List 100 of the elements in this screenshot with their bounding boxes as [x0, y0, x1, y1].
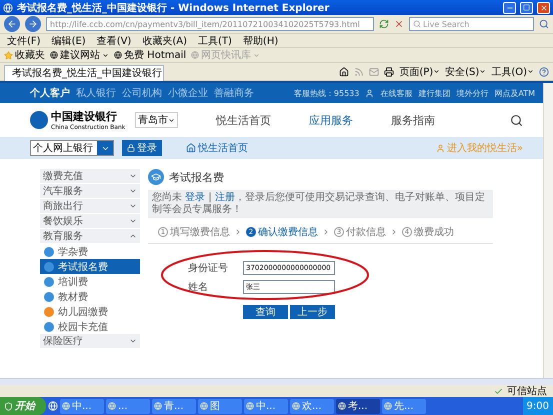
sidebar-category[interactable]: 餐饮娱乐 — [40, 214, 140, 229]
start-button[interactable]: 开始 — [0, 397, 46, 415]
top-link[interactable]: 境外分行 — [456, 88, 488, 98]
menu-item[interactable]: 收藏夹(A) — [139, 34, 190, 48]
city-select[interactable]: 青岛市 — [135, 112, 178, 128]
form-button[interactable]: 查询 — [243, 305, 288, 319]
command-menu[interactable]: 页面(P) — [399, 64, 440, 78]
forward-arrow-icon — [28, 19, 38, 29]
sidebar-category[interactable]: 汽车服务 — [40, 184, 140, 199]
browser-tab[interactable]: 考试报名费_悦生活_中国建设银行 — [4, 64, 164, 80]
main-nav-link[interactable]: 应用服务 — [309, 112, 354, 128]
stop-icon[interactable] — [394, 19, 404, 29]
horizontal-scrollbar[interactable] — [0, 378, 553, 385]
main-nav-link[interactable]: 服务指南 — [391, 112, 436, 128]
window-title: 考试报名费_悦生活_中国建设银行 - Windows Internet Explorer — [17, 2, 330, 14]
window-icon — [384, 402, 392, 410]
hotline-text: 客服热线：95533 — [294, 88, 360, 98]
top-nav-link[interactable]: 公司机构 — [122, 86, 162, 100]
command-menu[interactable]: 安全(S) — [445, 64, 486, 78]
refresh-icon[interactable] — [379, 19, 389, 29]
favorites-link[interactable]: 建议网站 — [50, 48, 109, 62]
favorites-button[interactable]: 收藏夹 — [4, 48, 45, 62]
user-icon — [436, 144, 445, 152]
top-link[interactable]: 网点及ATM — [494, 88, 535, 98]
login-notice: 您尚未 登录 | 注册，登录后您便可使用交易记录查询、电子对账单、项目定制等会员专属服务！ — [148, 190, 493, 218]
taskbar-button[interactable]: 先... — [382, 398, 426, 414]
page-icon — [50, 51, 58, 59]
home-icon[interactable] — [339, 66, 350, 76]
close-icon — [540, 4, 548, 12]
browser-icon[interactable] — [48, 401, 58, 411]
taskbar-button[interactable]: 欢... — [290, 398, 334, 414]
minimize-button[interactable] — [503, 2, 516, 14]
login-link[interactable]: 登录 — [185, 192, 206, 203]
register-link[interactable]: 注册 — [214, 192, 235, 203]
taskbar-button[interactable]: 青... — [152, 398, 196, 414]
login-button[interactable]: 登录 — [122, 140, 162, 156]
menu-item[interactable]: 查看(V) — [94, 34, 134, 48]
taskbar-button[interactable]: 中... — [60, 398, 104, 414]
caret-icon — [527, 68, 534, 75]
close-button[interactable] — [537, 2, 550, 14]
menu-item[interactable]: 文件(F) — [4, 34, 44, 48]
taskbar-button[interactable]: 考... — [336, 398, 380, 414]
top-nav-link[interactable]: 小微企业 — [168, 86, 208, 100]
page-icon — [191, 51, 200, 59]
top-nav-link[interactable]: 个人客户 — [30, 86, 70, 100]
print-icon[interactable] — [384, 66, 394, 76]
security-zone: 可信站点 — [507, 384, 547, 398]
top-nav-link[interactable]: 私人银行 — [76, 86, 116, 100]
breadcrumb-link[interactable]: 悦生活首页 — [186, 141, 428, 155]
check-icon — [494, 386, 503, 396]
caret-icon — [253, 52, 260, 58]
forward-button[interactable] — [25, 16, 41, 32]
help-icon[interactable] — [539, 66, 549, 76]
page-icon — [114, 51, 122, 59]
menu-item[interactable]: 工具(T) — [195, 34, 235, 48]
page-title: 考试报名费 — [169, 170, 224, 184]
back-button[interactable] — [4, 16, 20, 32]
command-menu[interactable]: 工具(O) — [491, 64, 534, 78]
top-link[interactable]: 建行集团 — [418, 88, 450, 98]
form-button[interactable]: 上一步 — [290, 305, 335, 319]
sidebar-category[interactable]: 教育服务 — [40, 229, 140, 244]
address-field[interactable]: http://life.ccb.com/cn/paymentv3/bill_item/201107210034102025T5793.html — [46, 17, 374, 31]
search-icon[interactable] — [510, 114, 523, 126]
sidebar-category[interactable]: 商旅出行 — [40, 199, 140, 214]
menu-item[interactable]: 编辑(E) — [48, 34, 89, 48]
taskbar-button[interactable]: ... — [106, 398, 150, 414]
maximize-button[interactable] — [520, 2, 533, 14]
caret-icon — [168, 116, 176, 124]
taskbar-button[interactable]: 图 — [198, 398, 242, 414]
taskbar-button[interactable]: 中... — [244, 398, 288, 414]
window-icon — [200, 402, 208, 410]
star-icon — [4, 50, 13, 60]
browser-icon — [3, 2, 13, 12]
bank-logo-icon — [30, 111, 48, 129]
vertical-scrollbar[interactable] — [543, 83, 553, 378]
window-icon — [246, 402, 254, 410]
logo-name: 中国建设银行 — [51, 109, 118, 124]
main-nav-link[interactable]: 悦生活首页 — [216, 112, 272, 128]
channel-select[interactable]: 个人网上银行 — [30, 140, 114, 156]
maximize-icon — [523, 4, 530, 11]
favorites-link[interactable]: 免费 Hotmail — [114, 48, 186, 62]
online-service-link[interactable]: 在线客服 — [380, 88, 412, 98]
top-nav-link[interactable]: 善融商务 — [214, 86, 254, 100]
window-icon — [108, 402, 116, 410]
window-icon — [292, 402, 300, 410]
sidebar-item[interactable]: 考试报名费 — [40, 259, 140, 274]
field-label: 身份证号 — [188, 262, 229, 275]
chevron-down-icon — [129, 337, 137, 345]
sidebar-category[interactable]: 缴费充值 — [40, 169, 140, 184]
search-icon — [413, 20, 421, 28]
sidebar-category[interactable]: 保险医疗 — [40, 334, 140, 349]
menu-item[interactable]: 帮助(H) — [240, 34, 282, 48]
chevron-icon — [234, 228, 242, 236]
clock: 9:00 — [526, 400, 549, 412]
exam-icon — [148, 169, 164, 185]
caret-icon — [479, 68, 486, 75]
field-label: 姓名 — [188, 281, 209, 294]
user-icon — [365, 88, 374, 98]
caret-icon — [102, 52, 109, 58]
window-icon — [62, 402, 70, 410]
